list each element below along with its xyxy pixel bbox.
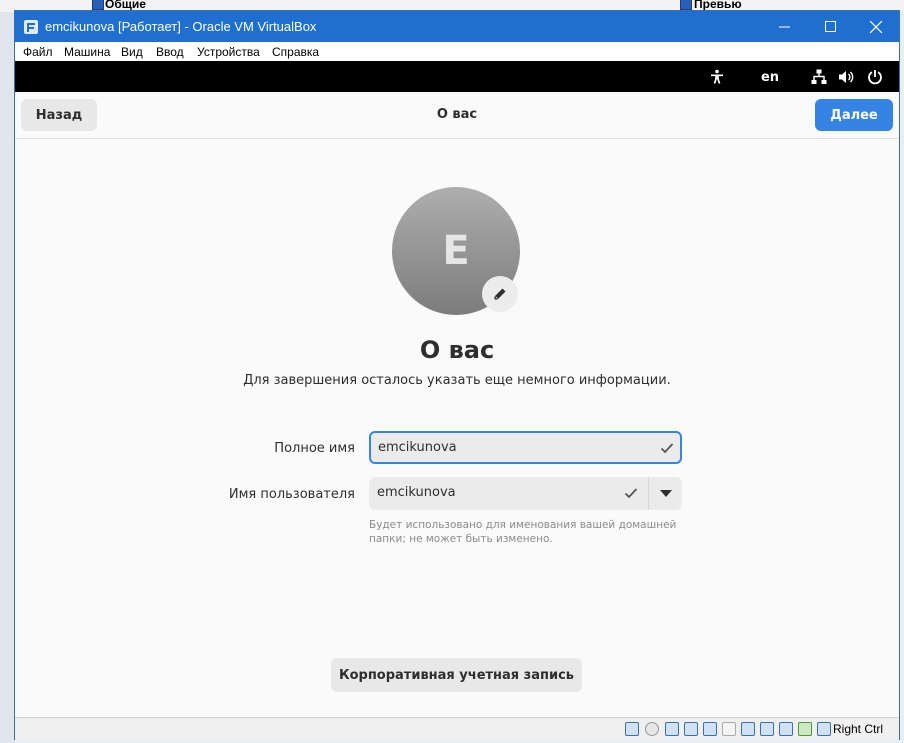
fullname-label: Полное имя xyxy=(274,441,355,456)
guest-screen: en Назад О вас Далее E О вас Для заверше… xyxy=(15,61,899,717)
mouse-integration-icon[interactable] xyxy=(817,722,831,736)
minimize-button[interactable] xyxy=(761,11,807,42)
fullname-field[interactable]: emcikunova xyxy=(369,431,682,464)
username-hint: Будет использовано для именования вашей … xyxy=(369,519,677,545)
menu-input[interactable]: Ввод xyxy=(156,45,184,59)
menu-help[interactable]: Справка xyxy=(272,45,319,59)
folder-icon xyxy=(92,0,104,10)
folder-icon xyxy=(680,0,692,10)
header-bar: Назад О вас Далее xyxy=(15,92,899,139)
maximize-icon xyxy=(824,21,836,32)
check-icon xyxy=(660,443,674,454)
usb-icon[interactable] xyxy=(703,722,717,736)
optical-drive-icon[interactable] xyxy=(645,722,659,736)
shared-folders-icon[interactable] xyxy=(722,722,736,736)
hard-disk-icon[interactable] xyxy=(625,722,639,736)
username-combobox[interactable]: emcikunova xyxy=(369,477,682,510)
guest-additions-icon[interactable] xyxy=(798,722,812,736)
pencil-icon xyxy=(494,288,506,300)
network-adapter-icon[interactable] xyxy=(684,722,698,736)
status-bar: Right Ctrl xyxy=(15,717,899,740)
power-icon[interactable] xyxy=(866,68,884,86)
volume-icon[interactable] xyxy=(837,68,857,86)
virtualbox-icon xyxy=(24,20,38,34)
menu-machine[interactable]: Машина xyxy=(64,45,110,59)
chevron-down-icon xyxy=(659,489,672,497)
username-label: Имя пользователя xyxy=(228,487,355,502)
virtualization-icon[interactable] xyxy=(779,722,793,736)
video-capture-icon[interactable] xyxy=(760,722,774,736)
username-dropdown-button[interactable] xyxy=(649,477,682,510)
display-icon[interactable] xyxy=(741,722,755,736)
virtualbox-window: emcikunova [Работает] - Oracle VM Virtua… xyxy=(14,10,900,740)
window-titlebar[interactable]: emcikunova [Работает] - Oracle VM Virtua… xyxy=(15,11,899,42)
maximize-button[interactable] xyxy=(807,11,853,42)
menu-devices[interactable]: Устройства xyxy=(197,45,260,59)
accessibility-icon[interactable] xyxy=(708,68,726,86)
username-value: emcikunova xyxy=(377,485,456,500)
audio-icon[interactable] xyxy=(665,722,679,736)
enterprise-login-button[interactable]: Корпоративная учетная запись xyxy=(331,658,582,692)
page-subheading: Для завершения осталось указать еще немн… xyxy=(243,373,671,388)
header-title: О вас xyxy=(436,107,478,122)
check-icon xyxy=(624,488,638,499)
gnome-top-bar: en xyxy=(15,61,899,92)
host-key-label: Right Ctrl xyxy=(833,722,884,736)
avatar-initial: E xyxy=(442,228,470,274)
window-title: emcikunova [Работает] - Oracle VM Virtua… xyxy=(45,19,317,34)
network-icon[interactable] xyxy=(810,68,828,86)
page-heading: О вас xyxy=(419,336,495,364)
minimize-icon xyxy=(778,26,790,28)
background-window-edge xyxy=(0,12,15,743)
close-icon xyxy=(870,20,882,33)
next-button[interactable]: Далее xyxy=(815,99,893,131)
menu-file[interactable]: Файл xyxy=(23,45,53,59)
menu-view[interactable]: Вид xyxy=(121,45,143,59)
close-button[interactable] xyxy=(853,11,899,42)
avatar-edit-button[interactable] xyxy=(482,276,518,312)
language-indicator[interactable]: en xyxy=(757,68,783,86)
fullname-value: emcikunova xyxy=(378,440,457,455)
menu-bar: Файл Машина Вид Ввод Устройства Справка xyxy=(15,42,899,61)
